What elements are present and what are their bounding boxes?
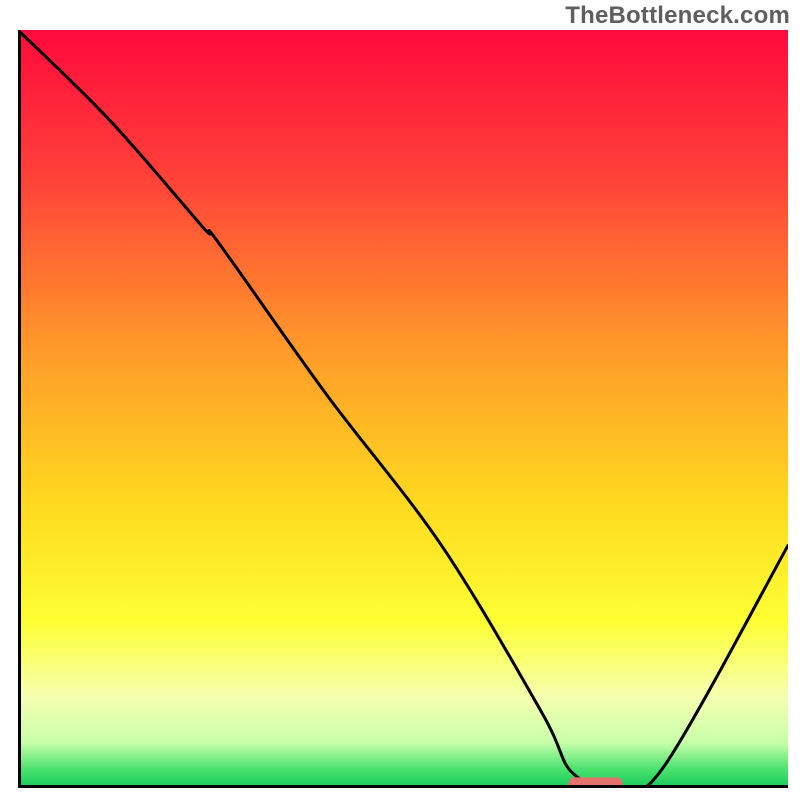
watermark-text: TheBottleneck.com [565,2,790,30]
chart-svg [18,30,788,788]
gradient-rect [18,30,788,788]
chart-frame: TheBottleneck.com [0,0,800,800]
plot-area [18,30,788,788]
optimal-marker [569,777,623,788]
